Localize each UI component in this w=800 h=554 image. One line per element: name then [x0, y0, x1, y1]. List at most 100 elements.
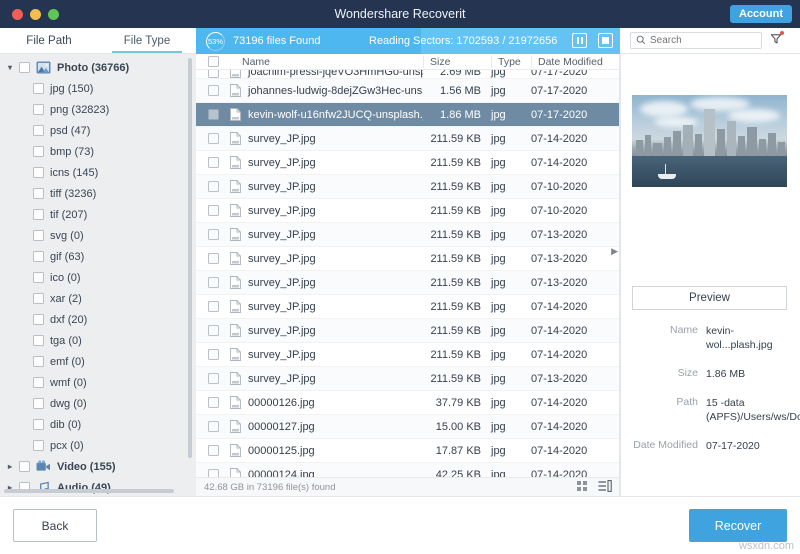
row-checkbox[interactable]: [208, 109, 219, 120]
item-checkbox[interactable]: [33, 293, 44, 304]
sidebar-group-photo[interactable]: ▾ Photo (36766): [0, 57, 196, 78]
row-checkbox[interactable]: [208, 133, 219, 144]
sidebar-item-xar[interactable]: xar (2): [0, 288, 196, 309]
sidebar-item-bmp[interactable]: bmp (73): [0, 141, 196, 162]
table-row[interactable]: survey_JP.jpg 211.59 KB jpg 07-14-2020: [196, 343, 619, 367]
table-row[interactable]: survey_JP.jpg 211.59 KB jpg 07-10-2020: [196, 175, 619, 199]
table-row[interactable]: joachim-pressl-jqeVO3HmHGo-unsplash.jpg 2…: [196, 70, 619, 79]
recover-button[interactable]: Recover: [689, 509, 787, 542]
chevron-right-icon[interactable]: ▸: [8, 462, 19, 471]
sidebar-item-dib[interactable]: dib (0): [0, 414, 196, 435]
chevron-down-icon[interactable]: ▾: [8, 63, 19, 72]
sidebar-group-audio[interactable]: ▸ Audio (49): [0, 477, 196, 496]
item-checkbox[interactable]: [33, 146, 44, 157]
column-header-size[interactable]: Size: [423, 55, 491, 68]
table-row[interactable]: survey_JP.jpg 211.59 KB jpg 07-14-2020: [196, 295, 619, 319]
table-row[interactable]: survey_JP.jpg 211.59 KB jpg 07-13-2020: [196, 271, 619, 295]
sidebar-item-psd[interactable]: psd (47): [0, 120, 196, 141]
sidebar-scrollbar-horizontal[interactable]: [4, 489, 174, 493]
row-checkbox[interactable]: [208, 373, 219, 384]
table-row[interactable]: survey_JP.jpg 211.59 KB jpg 07-14-2020: [196, 319, 619, 343]
sidebar-item-pcx[interactable]: pcx (0): [0, 435, 196, 456]
sidebar-item-dxf[interactable]: dxf (20): [0, 309, 196, 330]
item-checkbox[interactable]: [33, 104, 44, 115]
item-checkbox[interactable]: [33, 230, 44, 241]
item-checkbox[interactable]: [33, 209, 44, 220]
row-checkbox[interactable]: [208, 445, 219, 456]
group-checkbox[interactable]: [19, 62, 30, 73]
search-input[interactable]: [650, 35, 750, 46]
column-header-date[interactable]: Date Modified: [531, 55, 619, 68]
item-checkbox[interactable]: [33, 314, 44, 325]
pause-scan-button[interactable]: [572, 33, 587, 48]
row-checkbox[interactable]: [208, 397, 219, 408]
table-row[interactable]: 00000127.jpg 15.00 KB jpg 07-14-2020: [196, 415, 619, 439]
preview-button[interactable]: Preview: [632, 286, 787, 310]
item-checkbox[interactable]: [33, 188, 44, 199]
grid-view-icon[interactable]: [576, 480, 588, 495]
table-row[interactable]: johannes-ludwig-8dejZGw3Hec-unsplash.jpg…: [196, 79, 619, 103]
sidebar-item-icns[interactable]: icns (145): [0, 162, 196, 183]
row-checkbox[interactable]: [208, 205, 219, 216]
sidebar-scrollbar-vertical[interactable]: [188, 58, 192, 458]
row-checkbox[interactable]: [208, 85, 219, 96]
item-checkbox[interactable]: [33, 272, 44, 283]
item-checkbox[interactable]: [33, 440, 44, 451]
sidebar-item-gif[interactable]: gif (63): [0, 246, 196, 267]
row-checkbox[interactable]: [208, 301, 219, 312]
sidebar-item-tga[interactable]: tga (0): [0, 330, 196, 351]
table-row[interactable]: survey_JP.jpg 211.59 KB jpg 07-13-2020: [196, 247, 619, 271]
item-checkbox[interactable]: [33, 398, 44, 409]
file-type-sidebar[interactable]: ▾ Photo (36766) jpg (150) png (32823) psd (4…: [0, 54, 196, 496]
sidebar-group-video[interactable]: ▸ Video (155): [0, 456, 196, 477]
row-checkbox[interactable]: [208, 229, 219, 240]
group-checkbox[interactable]: [19, 461, 30, 472]
sidebar-item-ico[interactable]: ico (0): [0, 267, 196, 288]
item-checkbox[interactable]: [33, 335, 44, 346]
table-row[interactable]: survey_JP.jpg 211.59 KB jpg 07-14-2020: [196, 127, 619, 151]
preview-thumbnail[interactable]: [632, 95, 787, 187]
column-header-type[interactable]: Type: [491, 55, 531, 68]
stop-scan-button[interactable]: [598, 33, 613, 48]
tab-file-path[interactable]: File Path: [0, 28, 98, 53]
collapse-panel-arrow-icon[interactable]: ▶: [611, 246, 618, 257]
row-checkbox[interactable]: [208, 421, 219, 432]
table-row[interactable]: 00000126.jpg 37.79 KB jpg 07-14-2020: [196, 391, 619, 415]
item-checkbox[interactable]: [33, 377, 44, 388]
item-checkbox[interactable]: [33, 356, 44, 367]
sidebar-item-dwg[interactable]: dwg (0): [0, 393, 196, 414]
item-checkbox[interactable]: [33, 83, 44, 94]
table-row[interactable]: survey_JP.jpg 211.59 KB jpg 07-13-2020: [196, 223, 619, 247]
sidebar-item-svg[interactable]: svg (0): [0, 225, 196, 246]
sidebar-item-png[interactable]: png (32823): [0, 99, 196, 120]
row-checkbox[interactable]: [208, 157, 219, 168]
table-row[interactable]: survey_JP.jpg 211.59 KB jpg 07-14-2020: [196, 151, 619, 175]
table-row[interactable]: kevin-wolf-u16nfw2JUCQ-unsplash.jpg 1.86 …: [196, 103, 619, 127]
filter-icon[interactable]: [770, 30, 784, 50]
account-button[interactable]: Account: [730, 5, 792, 23]
row-checkbox[interactable]: [208, 253, 219, 264]
row-checkbox[interactable]: [208, 349, 219, 360]
item-checkbox[interactable]: [33, 251, 44, 262]
item-checkbox[interactable]: [33, 419, 44, 430]
sidebar-item-tiff[interactable]: tiff (3236): [0, 183, 196, 204]
tab-file-type[interactable]: File Type: [98, 28, 196, 53]
sidebar-item-emf[interactable]: emf (0): [0, 351, 196, 372]
row-checkbox[interactable]: [208, 181, 219, 192]
search-field[interactable]: [630, 32, 762, 49]
select-all-checkbox[interactable]: [208, 56, 219, 67]
row-checkbox[interactable]: [208, 70, 219, 78]
sidebar-item-jpg[interactable]: jpg (150): [0, 78, 196, 99]
table-row[interactable]: survey_JP.jpg 211.59 KB jpg 07-10-2020: [196, 199, 619, 223]
row-checkbox[interactable]: [208, 325, 219, 336]
back-button[interactable]: Back: [13, 509, 97, 542]
item-checkbox[interactable]: [33, 167, 44, 178]
sidebar-item-tif[interactable]: tif (207): [0, 204, 196, 225]
sidebar-item-wmf[interactable]: wmf (0): [0, 372, 196, 393]
table-row[interactable]: survey_JP.jpg 211.59 KB jpg 07-13-2020: [196, 367, 619, 391]
row-checkbox[interactable]: [208, 277, 219, 288]
list-view-icon[interactable]: [598, 479, 612, 495]
table-row[interactable]: 00000125.jpg 17.87 KB jpg 07-14-2020: [196, 439, 619, 463]
column-header-name[interactable]: Name: [225, 56, 423, 68]
item-checkbox[interactable]: [33, 125, 44, 136]
